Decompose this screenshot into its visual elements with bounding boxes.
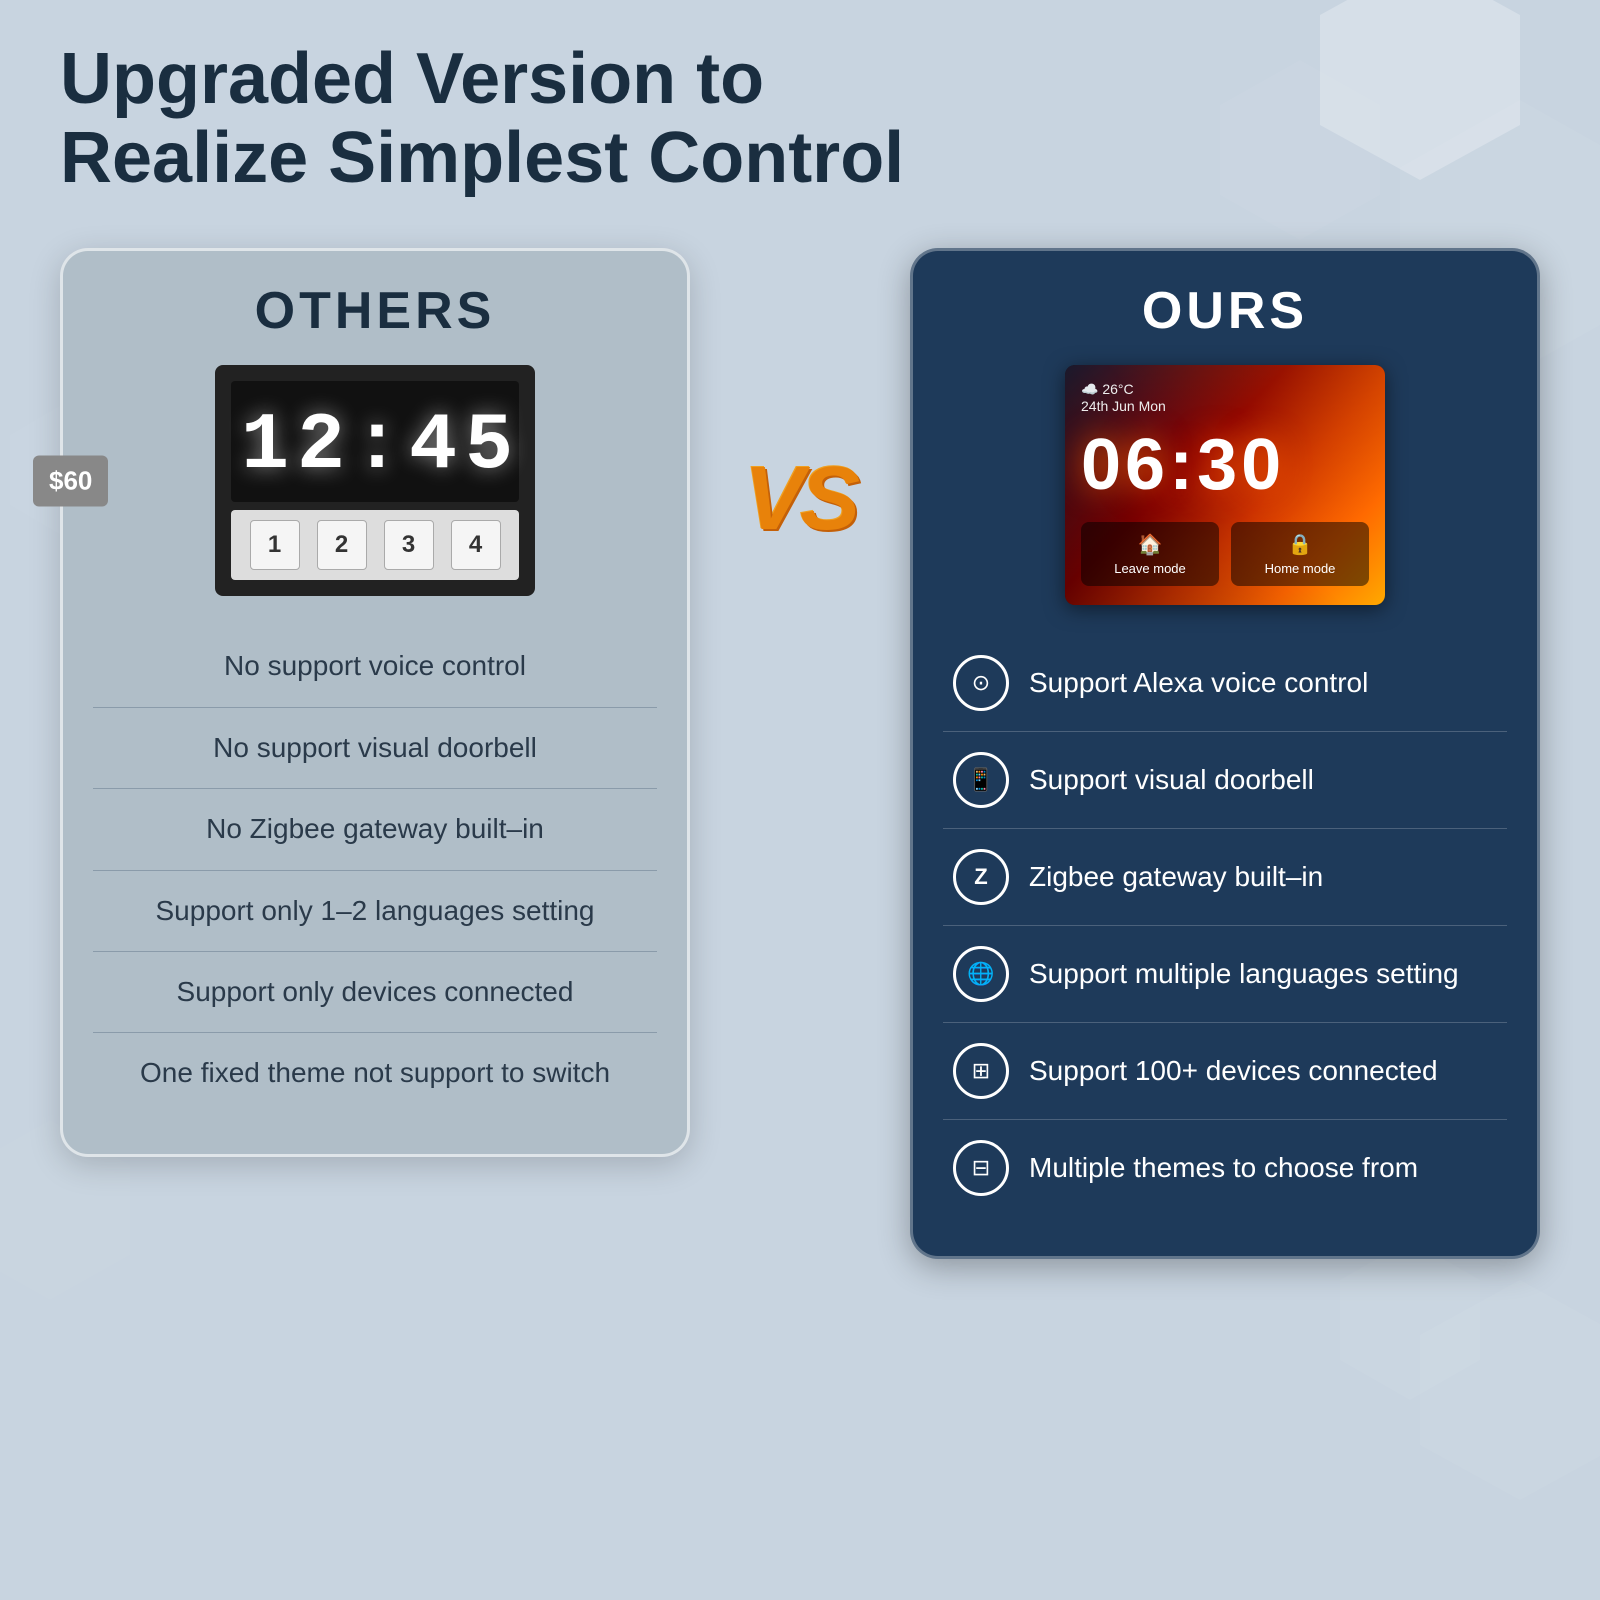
others-title: OTHERS — [93, 281, 657, 341]
date-display: 24th Jun Mon — [1081, 398, 1166, 414]
others-feature-3: No Zigbee gateway built–in — [93, 789, 657, 870]
price-tag: $60 — [33, 455, 108, 506]
leave-mode-btn: 🏠 Leave mode — [1081, 522, 1219, 586]
temperature: 26°C — [1102, 381, 1133, 397]
new-clock-time: 06:30 — [1081, 424, 1369, 506]
others-features: No support voice control No support visu… — [93, 626, 657, 1113]
home-mode-icon: 🔒 — [1247, 532, 1353, 557]
old-btn-1: 1 — [250, 520, 300, 570]
old-btn-3: 3 — [384, 520, 434, 570]
vs-container: VS — [730, 248, 870, 551]
others-device-container: $60 12:45 1 2 3 4 — [93, 365, 657, 596]
leave-mode-icon: 🏠 — [1097, 532, 1203, 557]
ours-feature-3: Z Zigbee gateway built–in — [943, 829, 1507, 926]
themes-icon: ⊟ — [953, 1140, 1009, 1196]
new-device: ☁️ 26°C 24th Jun Mon 06:30 🏠 Leave mode … — [1065, 365, 1385, 605]
home-mode-label: Home mode — [1247, 561, 1353, 576]
alexa-icon: ⊙ — [953, 655, 1009, 711]
home-mode-btn: 🔒 Home mode — [1231, 522, 1369, 586]
ours-feature-text-5: Support 100+ devices connected — [1029, 1053, 1438, 1089]
ours-features: ⊙ Support Alexa voice control 📱 Support … — [943, 635, 1507, 1216]
ours-feature-text-6: Multiple themes to choose from — [1029, 1150, 1418, 1186]
devices-icon: ⊞ — [953, 1043, 1009, 1099]
ours-title: OURS — [943, 281, 1507, 341]
others-feature-4: Support only 1–2 languages setting — [93, 871, 657, 952]
page-title: Upgraded Version to Realize Simplest Con… — [60, 40, 960, 198]
ours-feature-text-2: Support visual doorbell — [1029, 762, 1314, 798]
globe-icon: 🌐 — [953, 946, 1009, 1002]
vs-badge: VS — [744, 448, 856, 551]
weather-info: ☁️ 26°C 24th Jun Mon — [1081, 381, 1369, 414]
new-screen: ☁️ 26°C 24th Jun Mon 06:30 🏠 Leave mode … — [1065, 365, 1385, 605]
leave-mode-label: Leave mode — [1097, 561, 1203, 576]
comparison-row: OTHERS $60 12:45 1 2 3 4 No support voi — [60, 248, 1540, 1259]
mode-buttons: 🏠 Leave mode 🔒 Home mode — [1081, 522, 1369, 586]
others-card: OTHERS $60 12:45 1 2 3 4 No support voi — [60, 248, 690, 1156]
others-feature-1: No support voice control — [93, 626, 657, 707]
old-clock-buttons: 1 2 3 4 — [231, 510, 519, 580]
ours-feature-text-1: Support Alexa voice control — [1029, 665, 1368, 701]
old-btn-4: 4 — [451, 520, 501, 570]
old-btn-2: 2 — [317, 520, 367, 570]
ours-feature-6: ⊟ Multiple themes to choose from — [943, 1120, 1507, 1216]
ours-feature-text-3: Zigbee gateway built–in — [1029, 859, 1323, 895]
ours-feature-1: ⊙ Support Alexa voice control — [943, 635, 1507, 732]
old-clock-time: 12:45 — [241, 401, 509, 492]
ours-feature-text-4: Support multiple languages setting — [1029, 956, 1459, 992]
others-feature-6: One fixed theme not support to switch — [93, 1033, 657, 1113]
others-feature-2: No support visual doorbell — [93, 708, 657, 789]
old-device: 12:45 1 2 3 4 — [215, 365, 535, 596]
ours-feature-2: 📱 Support visual doorbell — [943, 732, 1507, 829]
zigbee-icon: Z — [953, 849, 1009, 905]
others-feature-5: Support only devices connected — [93, 952, 657, 1033]
doorbell-icon: 📱 — [953, 752, 1009, 808]
ours-feature-5: ⊞ Support 100+ devices connected — [943, 1023, 1507, 1120]
page-container: Upgraded Version to Realize Simplest Con… — [0, 0, 1600, 1299]
ours-card: OURS ☁️ 26°C 24th Jun Mon 06:30 🏠 Leave … — [910, 248, 1540, 1259]
ours-feature-4: 🌐 Support multiple languages setting — [943, 926, 1507, 1023]
weather-icon: ☁️ — [1081, 381, 1102, 397]
old-clock-screen: 12:45 — [231, 381, 519, 502]
